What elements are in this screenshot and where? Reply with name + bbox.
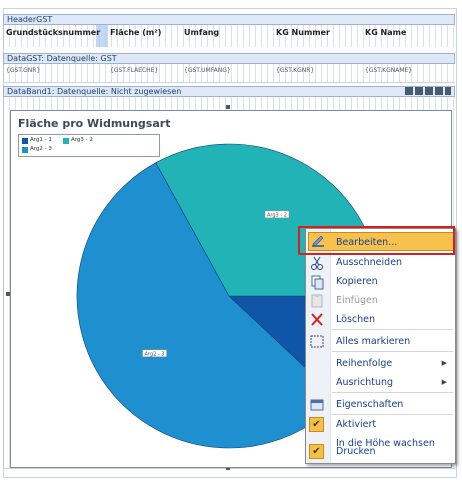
menu-item-eigenschaften[interactable]: Eigenschaften <box>306 395 455 414</box>
band-toolbar-icon[interactable] <box>425 87 433 95</box>
submenu-arrow-icon: ▶ <box>441 378 447 386</box>
column-header-kg-nummer: KG Nummer <box>276 28 330 37</box>
header-band[interactable]: Grundstücksnummer Fläche (m²) Umfang KG … <box>3 25 455 47</box>
selection-handle[interactable] <box>226 105 230 109</box>
data-band-1-title[interactable]: DataBand1: Datenquelle: Nicht zugewiesen <box>3 86 455 97</box>
menu-item-label: Drucken <box>336 446 376 457</box>
menu-item-alles-markieren[interactable]: Alles markieren <box>306 332 455 351</box>
field-gst-gnr[interactable]: {GST.GNR} <box>6 67 40 74</box>
menu-item-loeschen[interactable]: Löschen <box>306 310 455 329</box>
data-band-gst[interactable]: {GST.GNR} {GST.FLAECHE} {GST.UMFANG} {GS… <box>3 64 455 83</box>
slice-label: Arg3 - 2 <box>267 212 287 218</box>
band-toolbar-icon[interactable] <box>415 87 423 95</box>
highlight-annotation-box <box>298 226 455 255</box>
menu-item-reihenfolge[interactable]: Reihenfolge ▶ <box>306 354 455 373</box>
menu-separator <box>332 351 453 352</box>
column-header-flaeche: Fläche (m²) <box>110 28 162 37</box>
paste-icon <box>306 291 328 310</box>
menu-separator <box>332 392 453 393</box>
menu-item-ausschneiden[interactable]: Ausschneiden <box>306 253 455 272</box>
band-toolbar-icon[interactable] <box>405 87 413 95</box>
menu-item-label: Alles markieren <box>336 336 411 347</box>
data-band-gst-title[interactable]: DataGST: Datenquelle: GST <box>3 53 455 64</box>
checkmark-icon: ✔ <box>309 444 324 459</box>
menu-item-label: Ausrichtung <box>336 377 394 388</box>
menu-item-label: Ausschneiden <box>336 257 403 268</box>
header-band-title[interactable]: HeaderGST <box>3 14 455 25</box>
menu-item-label: Löschen <box>336 314 375 325</box>
column-header-grundstuecksnummer: Grundstücksnummer <box>6 28 101 37</box>
field-gst-flaeche[interactable]: {GST.FLAECHE} <box>110 67 158 74</box>
column-header-kg-name: KG Name <box>365 28 407 37</box>
delete-icon <box>306 310 328 329</box>
menu-separator <box>332 329 453 330</box>
context-menu: Bearbeiten... Ausschneiden Kopieren Einf… <box>305 228 456 464</box>
menu-item-kopieren[interactable]: Kopieren <box>306 272 455 291</box>
menu-item-einfuegen[interactable]: Einfügen <box>306 291 455 310</box>
checkmark-icon: ✔ <box>309 417 324 432</box>
menu-item-label: Kopieren <box>336 276 378 287</box>
field-gst-umfang[interactable]: {GST.UMFANG} <box>184 67 231 74</box>
field-gst-kgnr[interactable]: {GST.KGNR} <box>276 67 314 74</box>
select-all-icon <box>306 332 328 351</box>
menu-item-ausrichtung[interactable]: Ausrichtung ▶ <box>306 373 455 392</box>
menu-item-label: Reihenfolge <box>336 358 393 369</box>
menu-item-label: Aktiviert <box>336 419 377 430</box>
menu-item-label: Eigenschaften <box>336 399 404 410</box>
band-toolbar-icon[interactable] <box>445 87 451 95</box>
column-header-umfang: Umfang <box>184 28 220 37</box>
menu-item-aktiviert[interactable]: ✔ Aktiviert <box>306 415 455 434</box>
copy-icon <box>306 272 328 291</box>
band-toolbar-icon[interactable] <box>435 87 443 95</box>
field-gst-kgname[interactable]: {GST.KGNAME} <box>365 67 412 74</box>
menu-item-drucken[interactable]: ✔ Drucken <box>306 442 455 461</box>
menu-item-label: Einfügen <box>336 295 378 306</box>
slice-label: Arg2 - 3 <box>145 351 165 357</box>
scissors-icon <box>306 253 328 272</box>
submenu-arrow-icon: ▶ <box>441 359 447 367</box>
band-toolbar <box>405 87 451 96</box>
properties-icon <box>306 395 328 414</box>
